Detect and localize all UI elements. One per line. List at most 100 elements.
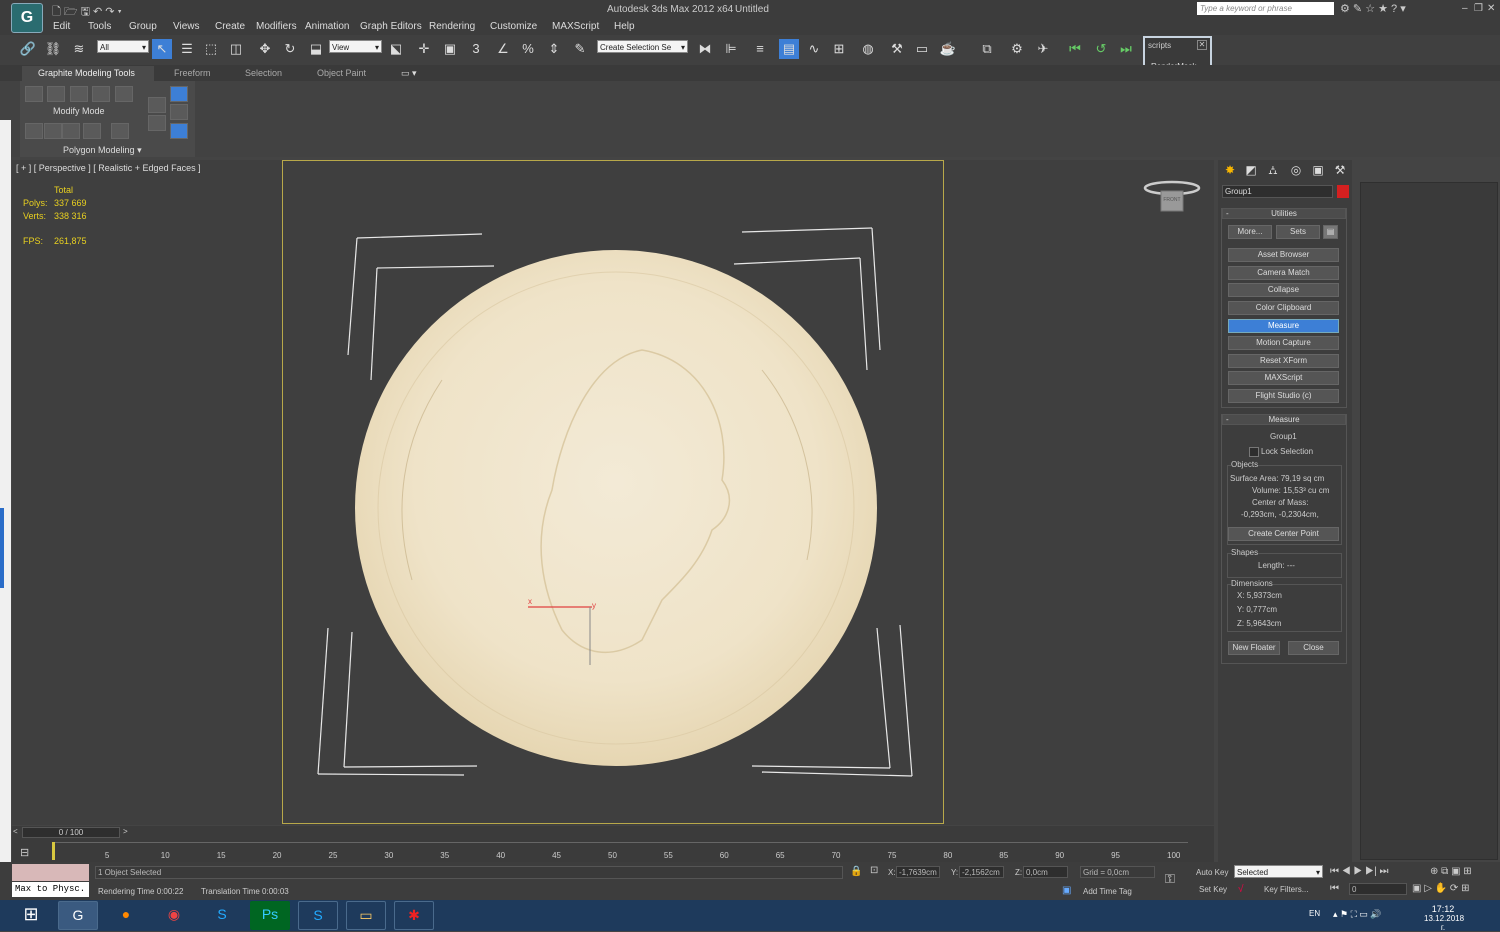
set-key-icon[interactable]: ⚿ (1165, 871, 1175, 887)
keyboard-shortcut-override-icon[interactable]: ▣ (440, 39, 460, 59)
display-tab-icon[interactable]: ▣ (1309, 162, 1327, 178)
z-coordinate-field[interactable]: 0,0cm (1023, 866, 1068, 878)
layer-manager-icon[interactable]: ≡ (750, 39, 770, 59)
object-name-field[interactable]: Group1 (1222, 185, 1333, 198)
viewport-nav-controls-2[interactable]: ▣ ▷ ✋ ⟳ ⊞ (1412, 883, 1469, 894)
collapse-button[interactable]: Collapse (1228, 283, 1339, 297)
reference-coordinate-dropdown[interactable]: View (329, 40, 382, 54)
mini-curve-editor-icon[interactable]: ⊟ (20, 846, 29, 859)
lock-selection-checkbox[interactable] (1249, 447, 1259, 457)
clock[interactable]: 17:12 13.12.2018 г. (1424, 904, 1464, 932)
color-clipboard-button[interactable]: Color Clipboard (1228, 301, 1339, 315)
taskbar-3dsmax-icon[interactable]: G (58, 901, 98, 930)
camera-match-button[interactable]: Camera Match (1228, 266, 1339, 280)
select-by-name-icon[interactable]: ☰ (177, 39, 197, 59)
key-filters-button[interactable]: Key Filters... (1264, 885, 1308, 894)
snaps-toggle-icon[interactable]: 3 (466, 39, 486, 59)
minimize-icon[interactable]: – (1462, 3, 1468, 14)
time-next-icon[interactable]: > (123, 827, 128, 836)
modify-mode-label[interactable]: Modify Mode (53, 106, 105, 116)
language-indicator[interactable]: EN (1309, 909, 1320, 918)
curve-editor-icon[interactable]: ∿ (804, 39, 824, 59)
pivot-center-icon[interactable]: ⬕ (386, 39, 406, 59)
taskbar-explorer-icon[interactable]: ▭ (346, 901, 386, 930)
current-frame-field[interactable]: 0 (1349, 883, 1407, 895)
viewcube-icon[interactable]: FRONT (1142, 178, 1202, 218)
select-and-move-icon[interactable]: ✥ (255, 39, 275, 59)
start-button-icon[interactable]: ⊞ (10, 901, 52, 930)
select-and-rotate-icon[interactable]: ↻ (280, 39, 300, 59)
asset-browser-button[interactable]: Asset Browser (1228, 248, 1339, 262)
ribbon-btn-12[interactable] (148, 115, 166, 131)
menu-views[interactable]: Views (173, 21, 200, 32)
viewport-label[interactable]: [ + ] [ Perspective ] [ Realistic + Edge… (16, 163, 201, 173)
menu-edit[interactable]: Edit (53, 21, 70, 32)
tab-freeform[interactable]: Freeform (174, 68, 211, 78)
taskbar-app-icon[interactable]: ✱ (394, 901, 434, 930)
ribbon-options-icon[interactable]: ▭ ▾ (401, 68, 417, 79)
close-icon[interactable]: ✕ (1487, 3, 1495, 14)
menu-graph-editors[interactable]: Graph Editors (360, 21, 422, 32)
measure-button[interactable]: Measure (1228, 319, 1339, 333)
edit-named-selection-icon[interactable]: ✎ (570, 39, 590, 59)
extra-tool-4-icon[interactable]: ⏮ (1065, 39, 1085, 59)
extra-tool-3-icon[interactable]: ✈ (1033, 39, 1053, 59)
menu-customize[interactable]: Customize (490, 21, 537, 32)
modify-tab-icon[interactable]: ◩ (1242, 162, 1260, 178)
create-tab-icon[interactable]: ✸ (1221, 162, 1239, 178)
render-setup-icon[interactable]: ⚒ (887, 39, 907, 59)
new-floater-button[interactable]: New Floater (1228, 641, 1280, 655)
timeline-track[interactable] (53, 842, 1188, 843)
reset-xform-button[interactable]: Reset XForm (1228, 354, 1339, 368)
help-icons[interactable]: ⚙ ✎ ☆ ★ ? ▾ (1340, 2, 1406, 15)
bind-space-warp-icon[interactable]: ≋ (69, 39, 89, 59)
utilities-tab-icon[interactable]: ⚒ (1331, 162, 1349, 178)
hierarchy-tab-icon[interactable]: ⛼ (1264, 162, 1282, 178)
extra-tool-2-icon[interactable]: ⚙ (1007, 39, 1027, 59)
ribbon-btn-6[interactable] (25, 123, 43, 139)
align-icon[interactable]: ⊫ (721, 39, 741, 59)
maxscript-listener-pink[interactable] (12, 864, 89, 881)
menu-rendering[interactable]: Rendering (429, 21, 475, 32)
ribbon-btn-10[interactable] (111, 123, 129, 139)
app-logo-icon[interactable]: G (11, 3, 43, 33)
search-input[interactable]: Type a keyword or phrase (1197, 2, 1334, 15)
tab-graphite-modeling-tools[interactable]: Graphite Modeling Tools (38, 68, 135, 78)
ribbon-btn-7[interactable] (44, 123, 62, 139)
menu-animation[interactable]: Animation (305, 21, 349, 32)
key-mode-toggle-icon[interactable]: ⏮ (1330, 883, 1339, 894)
add-time-tag[interactable]: Add Time Tag (1083, 887, 1132, 896)
menu-group[interactable]: Group (129, 21, 157, 32)
polygon-modeling-dropdown[interactable]: Polygon Modeling ▾ (63, 145, 142, 156)
taskbar-photoshop-icon[interactable]: Ps (250, 901, 290, 930)
ribbon-btn-13[interactable] (170, 86, 188, 102)
ribbon-btn-3[interactable] (70, 86, 88, 102)
current-frame-marker[interactable] (52, 842, 55, 860)
more-button[interactable]: More... (1228, 225, 1272, 239)
ribbon-btn-14[interactable] (170, 104, 188, 120)
motion-tab-icon[interactable]: ◎ (1287, 162, 1305, 178)
tab-selection[interactable]: Selection (245, 68, 282, 78)
extra-tool-6-icon[interactable]: ⏭ (1116, 39, 1136, 59)
y-coordinate-field[interactable]: -2,1562cm (959, 866, 1004, 878)
menu-create[interactable]: Create (215, 21, 245, 32)
unlink-icon[interactable]: ⛓ (43, 39, 63, 59)
ribbon-btn-15[interactable] (170, 123, 188, 139)
selection-filter-dropdown[interactable]: All (97, 40, 149, 54)
sets-button[interactable]: Sets (1276, 225, 1320, 239)
menu-maxscript[interactable]: MAXScript (552, 21, 599, 32)
graphite-toggle-icon[interactable]: ▤ (779, 39, 799, 59)
time-slider[interactable]: 0 / 100 (22, 827, 120, 838)
mirror-icon[interactable]: ⧓ (695, 39, 715, 59)
time-prev-icon[interactable]: < (13, 827, 18, 836)
playback-controls[interactable]: ⏮ ◀ ▶ ▶| ⏭ (1330, 866, 1388, 877)
rectangular-selection-icon[interactable]: ⬚ (201, 39, 221, 59)
maxscript-button[interactable]: MAXScript (1228, 371, 1339, 385)
select-object-icon[interactable]: ↖ (152, 39, 172, 59)
taskbar-firefox-icon[interactable]: ● (106, 901, 146, 930)
rendered-frame-icon[interactable]: ▭ (912, 39, 932, 59)
select-manipulate-icon[interactable]: ✛ (414, 39, 434, 59)
absolute-mode-icon[interactable]: ⊡ (870, 865, 878, 876)
material-editor-icon[interactable]: ◍ (858, 39, 878, 59)
extra-tool-5-icon[interactable]: ↺ (1091, 39, 1111, 59)
